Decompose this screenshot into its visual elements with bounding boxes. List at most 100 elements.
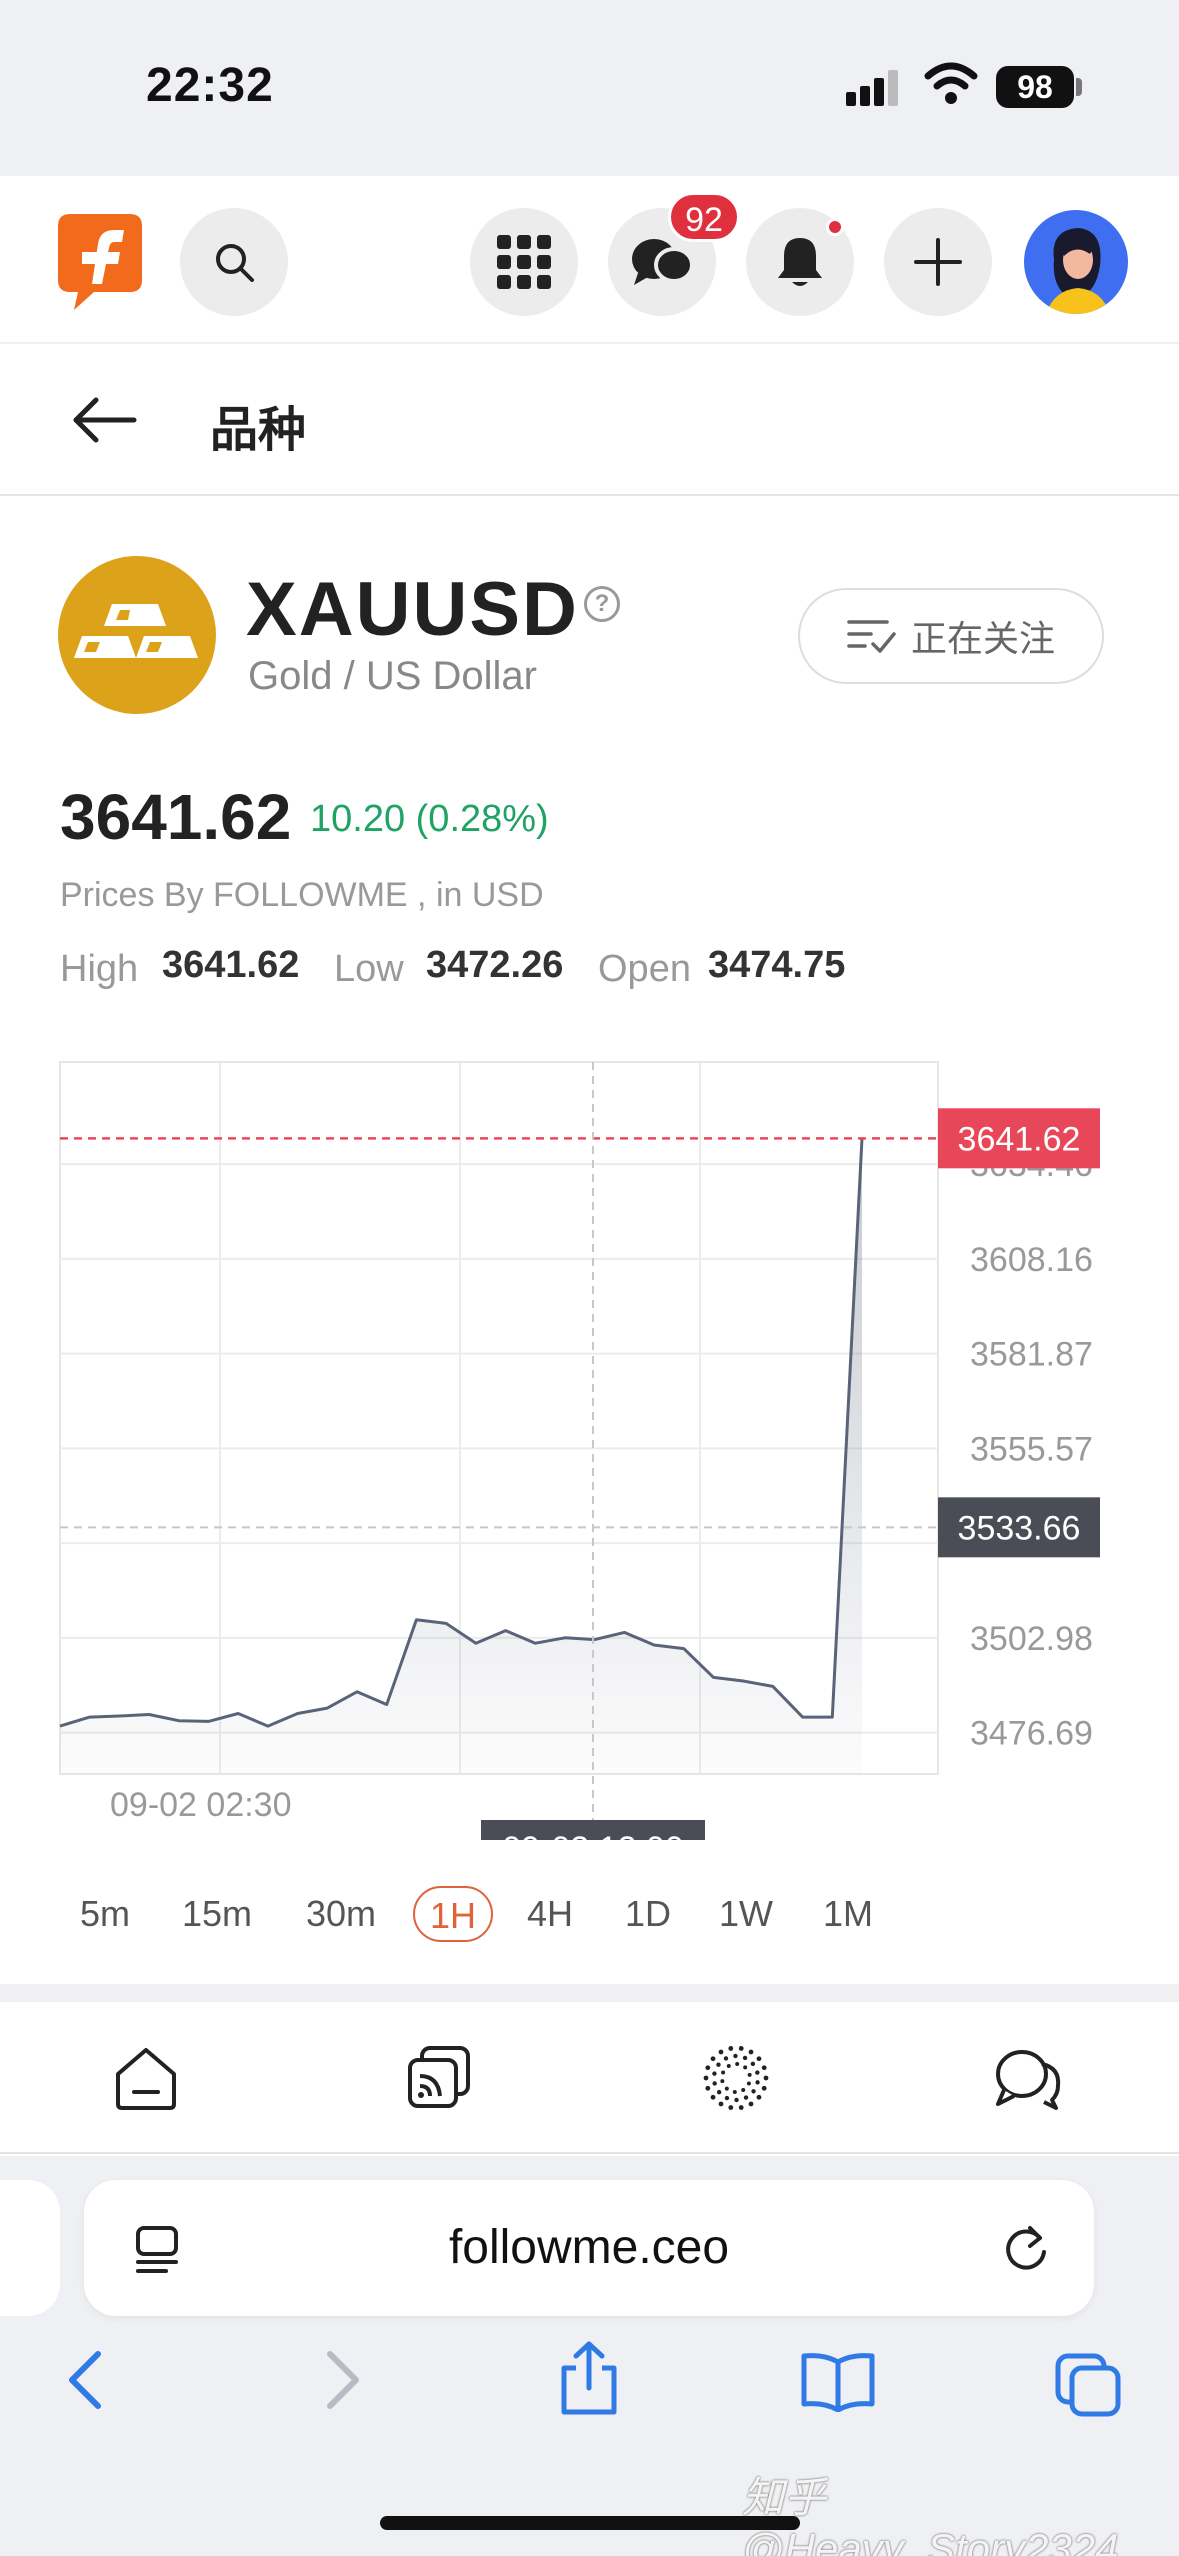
avatar[interactable] — [1024, 210, 1128, 314]
discover-icon-dot — [718, 2101, 724, 2107]
symbol-name: Gold / US Dollar — [248, 654, 537, 698]
discover-icon-dot — [748, 2049, 754, 2055]
discover-icon-dot — [738, 2046, 744, 2051]
discover-icon-dot — [728, 2046, 734, 2051]
timeframe-30m[interactable]: 30m — [298, 1886, 384, 1942]
discover-icon-dot — [735, 2062, 740, 2067]
follow-button[interactable]: 正在关注 — [798, 588, 1104, 684]
discover-icon-dot — [705, 2085, 711, 2091]
discover-icon-dot — [738, 2105, 744, 2110]
discover-icon-dot — [712, 2081, 717, 2086]
open-label: Open — [598, 948, 691, 990]
section-divider — [0, 1984, 1179, 2002]
open-value: 3474.75 — [708, 944, 846, 986]
high-value: 3641.62 — [162, 944, 300, 986]
share-icon[interactable] — [556, 2340, 622, 2416]
timeframe-selector: 5m 15m 30m 1H 4H 1D 1W 1M — [0, 1880, 1179, 1950]
back-arrow-icon[interactable] — [70, 390, 140, 450]
app-header: 92 — [0, 176, 1179, 344]
discover-icon-dot — [761, 2085, 767, 2091]
x-tick-label: 09-02 02:30 — [110, 1786, 292, 1824]
messages-icon[interactable] — [992, 2042, 1064, 2114]
reload-icon[interactable] — [1000, 2222, 1052, 2274]
battery-indicator: 98 — [996, 66, 1074, 108]
high-label: High — [60, 948, 139, 990]
wifi-icon — [924, 62, 978, 104]
page-title: 品种 — [210, 404, 307, 457]
back-icon[interactable] — [64, 2348, 108, 2412]
low-label: Low — [334, 948, 404, 990]
discover-icon-dot — [705, 2065, 711, 2071]
discover-icon-dot — [723, 2056, 729, 2061]
timeframe-1d[interactable]: 1D — [618, 1886, 678, 1942]
discover-icon-dot — [703, 2075, 709, 2081]
discover-icon-dot — [741, 2087, 746, 2092]
timeframe-4h[interactable]: 4H — [520, 1886, 580, 1942]
status-bar: 22:32 98 — [0, 0, 1179, 176]
discover-icon-dot — [733, 2053, 738, 2059]
cellular-signal-icon — [846, 70, 898, 106]
crosshair-x-label: 09-02 12:00 — [502, 1830, 684, 1840]
status-time: 22:32 — [146, 59, 274, 112]
y-tick-label: 3608.16 — [970, 1241, 1093, 1279]
notification-dot — [826, 218, 844, 236]
watermark: 知乎 @Heavy_Story2324 — [742, 2474, 1119, 2556]
current-price: 3641.62 — [60, 781, 292, 853]
url-text: followme.ceo — [448, 2221, 730, 2274]
discover-icon-dot — [720, 2079, 725, 2084]
discover-icon-dot — [750, 2061, 756, 2067]
address-bar[interactable]: followme.ceo — [84, 2180, 1094, 2316]
discover-icon-dot — [755, 2080, 760, 2085]
discover-icon[interactable] — [700, 2042, 772, 2114]
help-icon[interactable]: ? — [584, 586, 620, 622]
feeds-icon[interactable] — [404, 2042, 476, 2114]
discover-icon-dot — [746, 2081, 751, 2086]
timeframe-5m[interactable]: 5m — [70, 1886, 140, 1942]
chat-bubbles-icon — [632, 239, 694, 285]
tabs-icon[interactable] — [1054, 2352, 1122, 2418]
discover-icon-dot — [734, 2097, 739, 2103]
discover-icon-dot — [756, 2094, 762, 2100]
discover-icon-dot — [712, 2071, 717, 2076]
price-source: Prices By FOLLOWME , in USD — [60, 876, 544, 914]
y-tick-label: 3581.87 — [970, 1336, 1093, 1374]
y-tick-label: 3502.98 — [970, 1620, 1093, 1658]
discover-icon-dot — [718, 2049, 724, 2055]
discover-icon-dot — [747, 2072, 752, 2077]
timeframe-1w[interactable]: 1W — [714, 1886, 778, 1942]
bookmarks-icon[interactable] — [800, 2352, 876, 2412]
home-icon[interactable] — [110, 2042, 182, 2114]
y-tick-label: 3476.69 — [970, 1715, 1093, 1753]
apps-button[interactable] — [470, 208, 578, 316]
bell-icon — [778, 238, 822, 286]
discover-icon-dot — [743, 2095, 749, 2100]
forward-icon[interactable] — [320, 2348, 364, 2412]
crosshair-y-label: 3533.66 — [958, 1509, 1081, 1547]
search-button[interactable] — [180, 208, 288, 316]
y-tick-label: 3555.57 — [970, 1430, 1093, 1468]
symbol-code: XAUUSD — [246, 567, 579, 652]
page-nav-bar: 品种 — [0, 346, 1179, 496]
timeframe-1m[interactable]: 1M — [818, 1886, 878, 1942]
bottom-nav — [0, 2002, 1179, 2154]
follow-button-label: 正在关注 — [910, 618, 1055, 659]
plus-icon — [914, 238, 962, 286]
home-indicator[interactable] — [380, 2516, 800, 2530]
low-value: 3472.26 — [426, 944, 564, 986]
discover-icon-dot — [716, 2089, 722, 2095]
discover-icon-dot — [742, 2055, 748, 2061]
timeframe-15m[interactable]: 15m — [174, 1886, 260, 1942]
discover-icon-dot — [763, 2075, 769, 2081]
discover-icon-dot — [732, 2089, 737, 2094]
discover-icon-dot — [716, 2062, 721, 2067]
price-chart-svg[interactable]: 3634.463608.163581.873555.573529.283502.… — [0, 1040, 1179, 1878]
current-price-label: 3641.62 — [958, 1120, 1081, 1158]
price-chart[interactable]: 3634.463608.163581.873555.573529.283502.… — [0, 1040, 1179, 1878]
previous-tab-edge[interactable] — [0, 2180, 60, 2316]
discover-icon-dot — [726, 2064, 731, 2069]
timeframe-1h[interactable]: 1H — [413, 1886, 493, 1942]
followme-logo[interactable] — [54, 210, 146, 314]
battery-tip — [1076, 78, 1082, 96]
gold-bars-icon — [58, 556, 216, 714]
create-button[interactable] — [884, 208, 992, 316]
